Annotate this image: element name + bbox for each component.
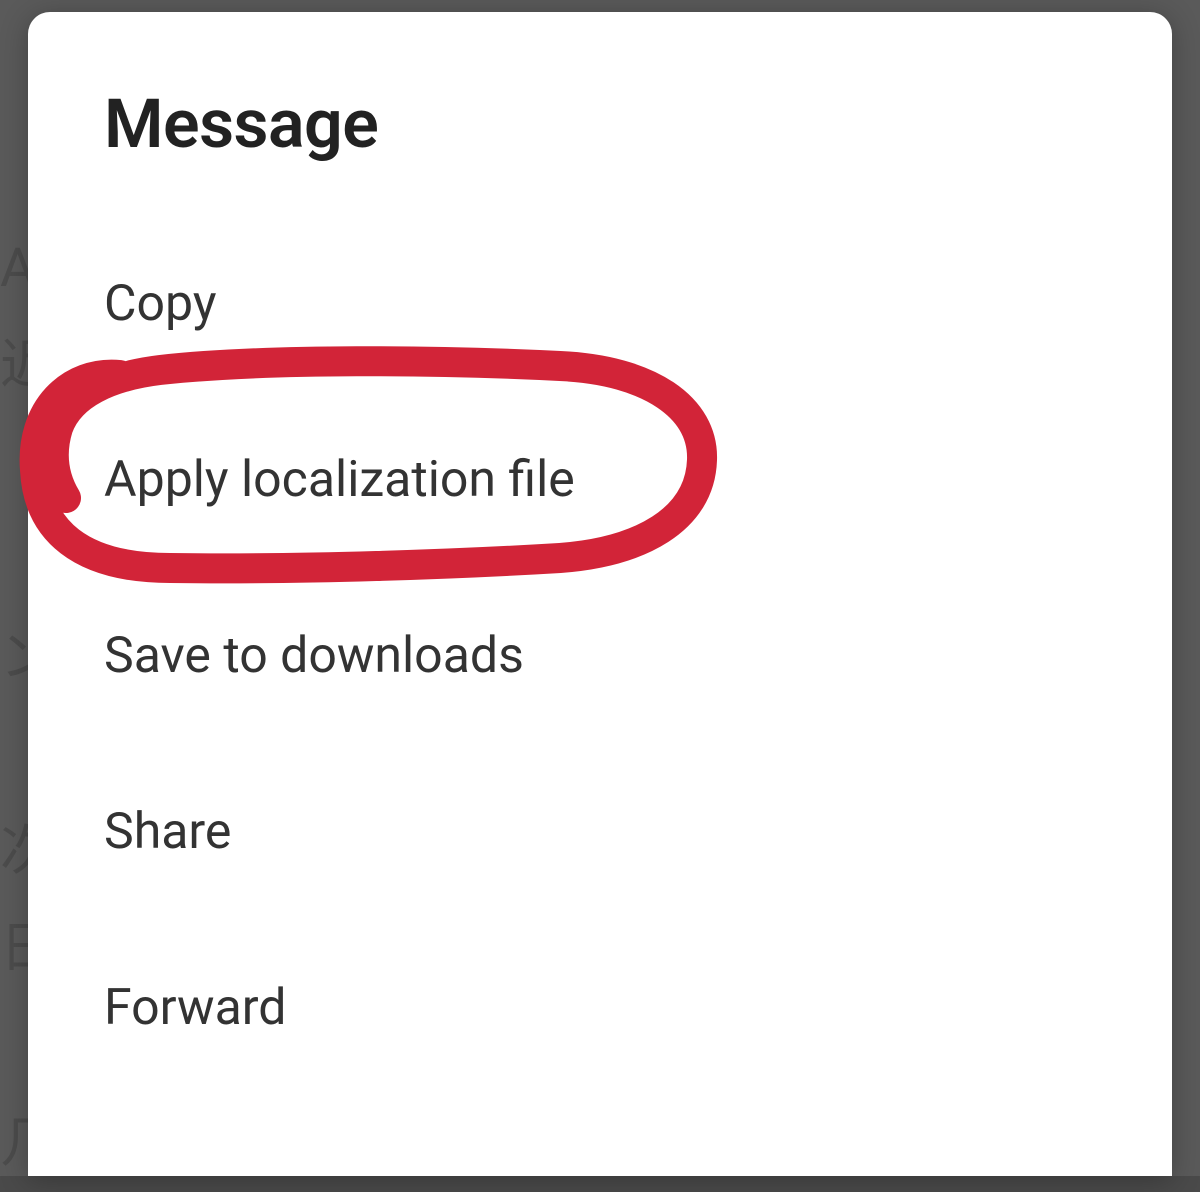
dialog-title: Message [104,84,1096,164]
menu-item-save-to-downloads[interactable]: Save to downloads [104,626,1096,686]
menu-item-copy[interactable]: Copy [104,274,1096,334]
menu-item-share[interactable]: Share [104,802,1096,862]
menu-item-apply-localization-file[interactable]: Apply localization file [104,450,1096,510]
message-context-menu: Message Copy Apply localization file Sav… [28,12,1172,1176]
menu-item-forward[interactable]: Forward [104,978,1096,1038]
